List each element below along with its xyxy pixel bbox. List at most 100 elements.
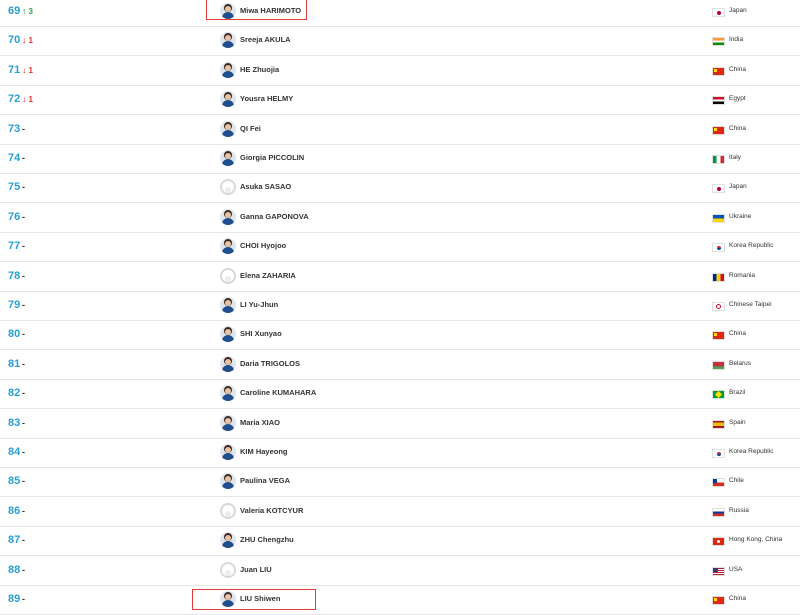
ranking-row[interactable]: 73- QI Fei China xyxy=(0,116,800,145)
ranking-row[interactable]: 74- Giorgia PICCOLIN Italy xyxy=(0,145,800,174)
player-name[interactable]: Asuka SASAO xyxy=(240,182,291,191)
player-avatar[interactable] xyxy=(220,61,236,78)
rank-change: - xyxy=(22,447,25,457)
rank-change: - xyxy=(22,271,25,281)
flag-japan-icon xyxy=(712,184,725,194)
player-name[interactable]: QI Fei xyxy=(240,124,261,133)
ranking-row[interactable]: 84- KIM Hayeong Korea Republic xyxy=(0,439,800,468)
rank-number: 82 xyxy=(8,387,21,400)
ranking-row[interactable]: 88- Juan LIU USA xyxy=(0,557,800,586)
player-name[interactable]: LIU Shiwen xyxy=(240,594,280,603)
country-name: Hong Kong, China xyxy=(729,536,783,544)
player-avatar[interactable] xyxy=(220,238,236,255)
player-name[interactable]: Miwa HARIMOTO xyxy=(240,6,301,15)
player-avatar[interactable] xyxy=(220,444,236,460)
ranking-row[interactable]: 78- Elena ZAHARIA Romania xyxy=(0,263,800,292)
rank-change: - xyxy=(22,506,25,516)
ranking-row[interactable]: 77- CHOI Hyojoo Korea Republic xyxy=(0,233,800,263)
ranking-row[interactable]: 76- Ganna GAPONOVA Ukraine xyxy=(0,204,800,233)
player-avatar[interactable] xyxy=(220,91,236,108)
ranking-row[interactable]: 86- Valeria KOTCYUR Russia xyxy=(0,498,800,527)
rank-number: 87 xyxy=(8,534,21,547)
rank-change: - xyxy=(22,153,25,163)
player-name[interactable]: ZHU Chengzhu xyxy=(240,535,294,544)
country-name: Russia xyxy=(729,506,749,514)
player-name[interactable]: Elena ZAHARIA xyxy=(240,271,296,280)
player-avatar[interactable] xyxy=(220,326,236,343)
rank-change: ↑ 3 xyxy=(22,6,33,16)
player-name[interactable]: Valeria KOTCYUR xyxy=(240,506,303,515)
country-name: Italy xyxy=(729,154,741,161)
rank-change: - xyxy=(22,329,25,339)
player-name[interactable]: KIM Hayeong xyxy=(240,447,288,456)
arrow-down-icon: ↓ xyxy=(22,94,27,105)
rank-number: 83 xyxy=(8,416,21,429)
player-name[interactable]: Ganna GAPONOVA xyxy=(240,212,309,221)
player-name[interactable]: CHOI Hyojoo xyxy=(240,241,286,250)
player-name[interactable]: SHI Xunyao xyxy=(240,329,282,338)
ranking-row[interactable]: 87- ZHU Chengzhu Hong Kong, China xyxy=(0,527,800,557)
flag-china-icon xyxy=(712,331,725,341)
flag-china-icon xyxy=(712,125,725,135)
rank-change: - xyxy=(22,124,25,134)
ranking-row[interactable]: 72 ↓ 1 Yousra HELMY Egypt xyxy=(0,86,800,116)
player-avatar[interactable] xyxy=(220,355,236,372)
player-avatar[interactable] xyxy=(220,150,236,166)
dash-icon: - xyxy=(22,388,25,399)
player-avatar[interactable] xyxy=(220,473,236,490)
player-avatar[interactable] xyxy=(220,120,236,137)
flag-korea-icon xyxy=(712,449,725,458)
ranking-row[interactable]: 83- Maria XIAO Spain xyxy=(0,410,800,439)
player-avatar-placeholder[interactable] xyxy=(220,561,236,578)
player-name[interactable]: LI Yu-Jhun xyxy=(240,300,278,309)
dash-icon: - xyxy=(22,270,25,281)
player-avatar[interactable] xyxy=(220,385,236,402)
flag-italy-icon xyxy=(712,155,725,164)
player-avatar-placeholder[interactable] xyxy=(220,502,236,519)
player-avatar[interactable] xyxy=(220,297,236,313)
player-name[interactable]: Maria XIAO xyxy=(240,418,280,427)
player-name[interactable]: Sreeja AKULA xyxy=(240,35,291,44)
rank-change: ↓ 1 xyxy=(22,65,33,75)
ranking-row[interactable]: 81- Daria TRIGOLOS Belarus xyxy=(0,351,800,380)
country-name: India xyxy=(729,36,744,44)
ranking-row[interactable]: 89- LIU Shiwen China xyxy=(0,586,800,615)
player-avatar[interactable] xyxy=(220,3,236,19)
player-name[interactable]: Caroline KUMAHARA xyxy=(240,388,316,397)
ranking-row[interactable]: 70 ↓ 1 Sreeja AKULA India xyxy=(0,27,800,57)
ranking-row[interactable]: 69 ↑ 3 Miwa HARIMOTO Japan xyxy=(0,0,800,27)
country-name: Chile xyxy=(729,477,744,485)
player-name[interactable]: Daria TRIGOLOS xyxy=(240,359,300,368)
flag-india-icon xyxy=(712,37,725,47)
dash-icon: - xyxy=(22,153,25,163)
player-avatar-placeholder[interactable] xyxy=(220,267,236,284)
flag-japan-icon xyxy=(712,8,725,17)
player-avatar[interactable] xyxy=(220,208,236,225)
rank-number: 69 xyxy=(8,5,21,17)
ranking-row[interactable]: 71 ↓ 1 HE Zhuojia China xyxy=(0,57,800,86)
player-avatar-placeholder[interactable] xyxy=(220,179,236,196)
rank-change: - xyxy=(22,418,25,428)
player-name[interactable]: Juan LIU xyxy=(240,565,272,574)
flag-usa-icon xyxy=(712,566,725,576)
rank-number: 73 xyxy=(8,122,21,135)
ranking-row[interactable]: 79- LI Yu-Jhun Chinese Taipei xyxy=(0,292,800,321)
ranking-row[interactable]: 75- Asuka SASAO Japan xyxy=(0,174,800,204)
player-avatar[interactable] xyxy=(220,32,236,49)
player-name[interactable]: Paulina VEGA xyxy=(240,476,290,485)
dash-icon: - xyxy=(22,535,25,546)
country-name: Korea Republic xyxy=(729,242,774,250)
player-name[interactable]: HE Zhuojia xyxy=(240,65,279,74)
dash-icon: - xyxy=(22,476,25,487)
ranking-row[interactable]: 80- SHI Xunyao China xyxy=(0,321,800,351)
country-name: Romania xyxy=(729,271,756,279)
player-avatar[interactable] xyxy=(220,414,236,431)
ranking-row[interactable]: 85- Paulina VEGA Chile xyxy=(0,468,800,498)
rank-change: - xyxy=(22,359,25,369)
player-avatar[interactable] xyxy=(220,591,236,607)
player-name[interactable]: Yousra HELMY xyxy=(240,94,293,103)
player-name[interactable]: Giorgia PICCOLIN xyxy=(240,153,304,162)
player-avatar[interactable] xyxy=(220,532,236,549)
country-name: China xyxy=(729,595,746,602)
ranking-row[interactable]: 82- Caroline KUMAHARA Brazil xyxy=(0,380,800,410)
